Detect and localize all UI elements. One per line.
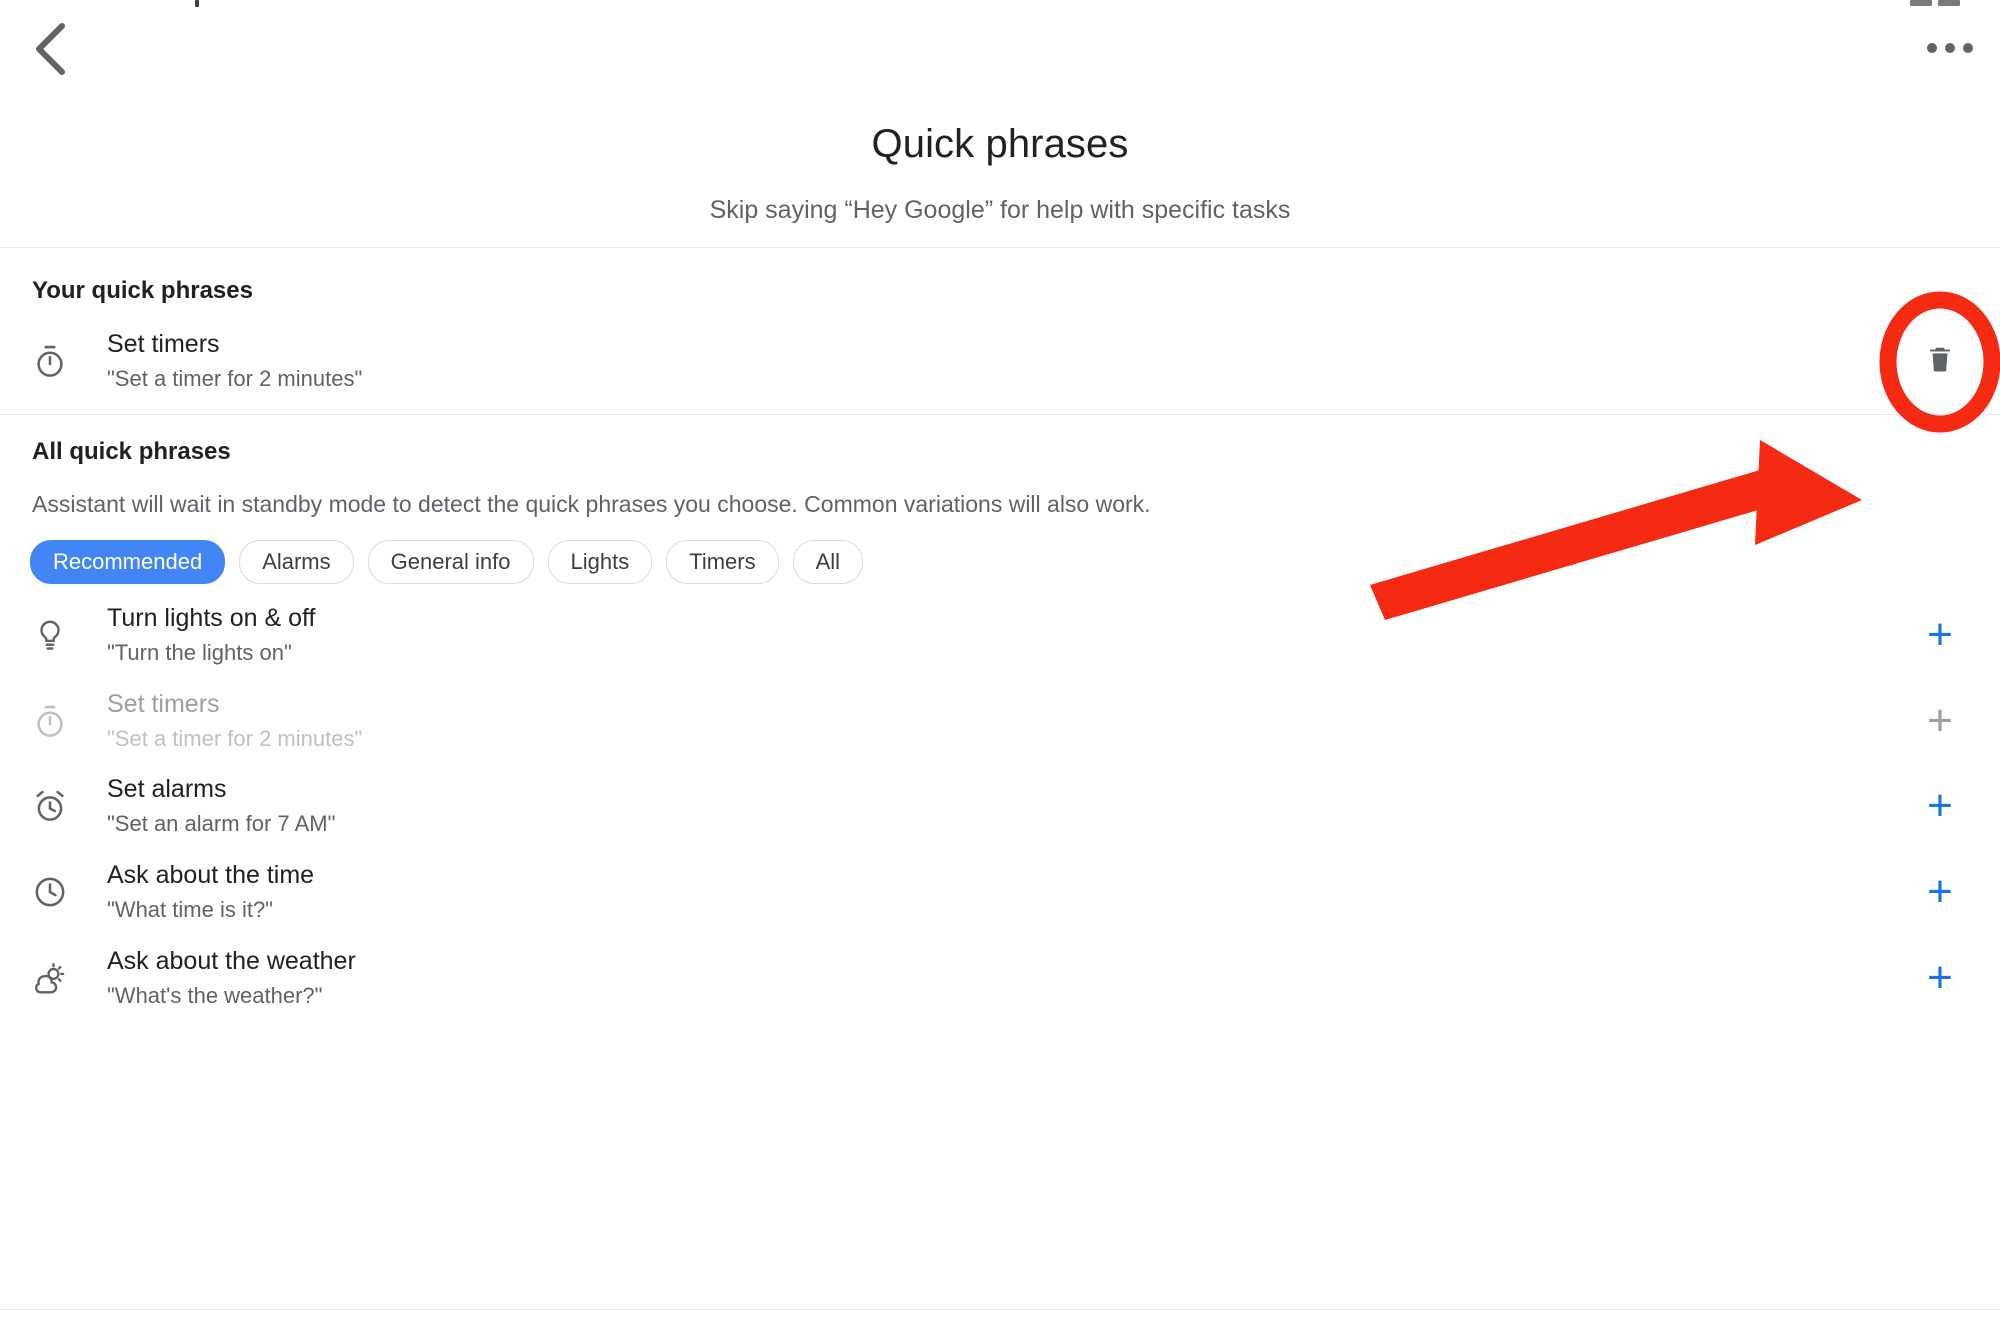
phrase-title: Set timers [107,689,220,718]
more-options-icon [1927,43,1937,53]
phrase-title: Set alarms [107,774,227,803]
phrase-text-block: Ask about the weather "What's the weathe… [107,946,1880,1010]
filter-chip-timers[interactable]: Timers [666,540,779,584]
filter-chip-general-info[interactable]: General info [367,540,534,584]
phrase-title: Ask about the time [107,860,315,889]
alarm-clock-icon [30,787,70,825]
phrase-text-block: Set alarms "Set an alarm for 7 AM" [107,774,1880,838]
filter-chip-recommended[interactable]: Recommended [30,540,226,584]
phrase-example: "Set a timer for 2 minutes" [107,725,363,751]
phrase-row-ask-time[interactable]: Ask about the time "What time is it?" + [0,849,2000,935]
status-bar-indicator [195,0,199,7]
divider [0,414,2000,415]
lightbulb-icon [30,617,70,653]
phrase-title: Ask about the weather [107,946,356,975]
status-bar-icon [1938,0,1960,6]
more-options-button[interactable] [1920,20,1980,76]
stopwatch-icon [30,342,70,380]
phrase-row-set-alarms[interactable]: Set alarms "Set an alarm for 7 AM" + [0,763,2000,849]
all-quick-phrases-heading: All quick phrases [32,438,231,465]
add-phrase-button-disabled: + [1880,699,2000,743]
phrase-example: "What time is it?" [107,896,273,922]
status-bar-icons [1900,0,1960,8]
clock-icon [30,873,70,911]
phrase-row-turn-lights[interactable]: Turn lights on & off "Turn the lights on… [0,592,2000,678]
phrase-example: "Set a timer for 2 minutes" [107,365,363,391]
page-title: Quick phrases [871,122,1129,166]
phrase-row-ask-weather[interactable]: Ask about the weather "What's the weathe… [0,935,2000,1021]
add-phrase-button[interactable]: + [1880,784,2000,828]
top-bar [0,0,2000,108]
phrase-example: "Set an alarm for 7 AM" [107,810,336,836]
filter-chip-row: Recommended Alarms General info Lights T… [30,540,864,584]
add-phrase-button[interactable]: + [1880,613,2000,657]
weather-icon [30,959,70,997]
your-quick-phrases-heading: Your quick phrases [32,277,253,304]
filter-chip-all[interactable]: All [792,540,864,584]
more-options-icon [1963,43,1973,53]
plus-icon: + [1927,696,1953,745]
phrase-text-block: Set timers "Set a timer for 2 minutes" [107,329,1880,393]
stopwatch-icon [30,702,70,740]
plus-icon: + [1927,781,1953,830]
filter-chip-lights[interactable]: Lights [547,540,653,584]
chevron-left-icon [32,22,66,76]
status-bar-icon [1910,0,1932,6]
plus-icon: + [1927,867,1953,916]
back-button[interactable] [16,16,82,82]
plus-icon: + [1927,953,1953,1002]
your-phrase-row-set-timers[interactable]: Set timers "Set a timer for 2 minutes" [0,318,2000,404]
all-quick-phrases-description: Assistant will wait in standby mode to d… [32,491,1151,517]
phrase-text-block: Turn lights on & off "Turn the lights on… [107,603,1880,667]
trash-icon [1925,343,1955,380]
page-subtitle: Skip saying “Hey Google” for help with s… [709,196,1291,224]
phrase-example: "What's the weather?" [107,982,323,1008]
phrase-title: Set timers [107,329,220,358]
divider [0,247,2000,248]
divider [0,1309,2000,1310]
plus-icon: + [1927,610,1953,659]
phrase-row-set-timers: Set timers "Set a timer for 2 minutes" + [0,678,2000,764]
phrase-example: "Turn the lights on" [107,639,292,665]
delete-phrase-button[interactable] [1880,343,2000,380]
phrase-text-block: Ask about the time "What time is it?" [107,860,1880,924]
phrase-text-block: Set timers "Set a timer for 2 minutes" [107,689,1880,753]
add-phrase-button[interactable]: + [1880,870,2000,914]
more-options-icon [1945,43,1955,53]
add-phrase-button[interactable]: + [1880,956,2000,1000]
filter-chip-alarms[interactable]: Alarms [239,540,354,584]
phrase-title: Turn lights on & off [107,603,316,632]
